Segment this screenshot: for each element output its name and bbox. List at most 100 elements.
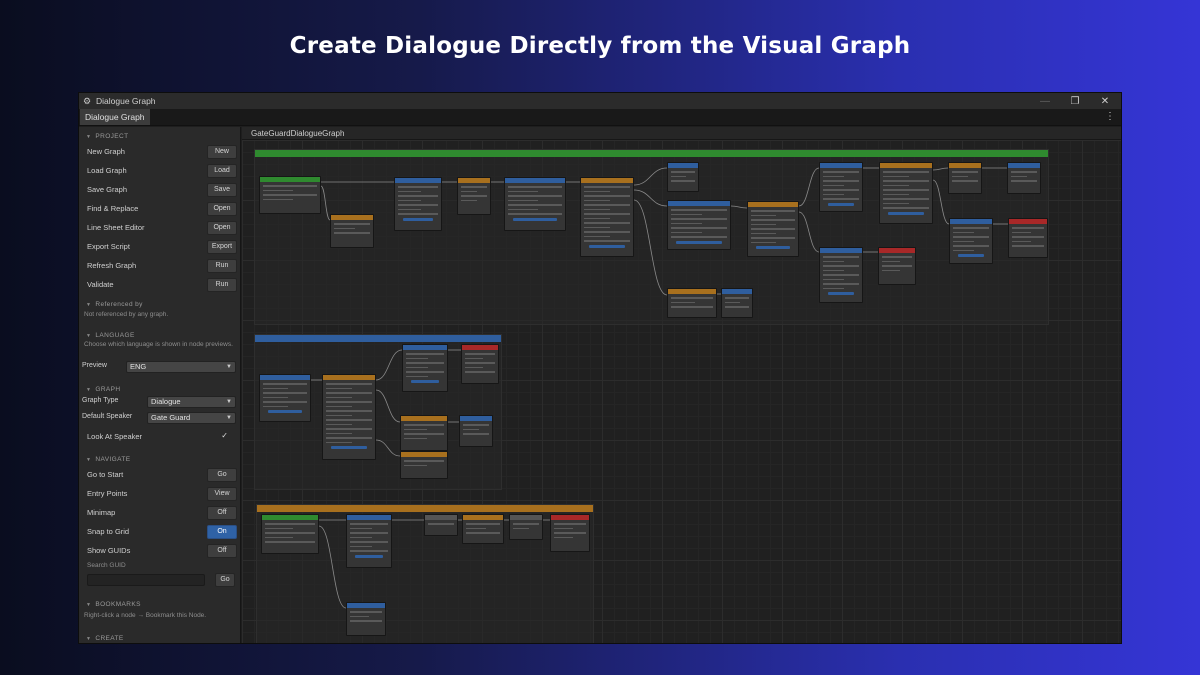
dialogue-node[interactable] — [1008, 218, 1048, 258]
node-add-button[interactable] — [331, 446, 367, 449]
node-header[interactable] — [260, 375, 310, 380]
node-add-button[interactable] — [589, 244, 625, 248]
navigate-row-button[interactable]: Off — [207, 544, 237, 558]
default-speaker-select[interactable]: Gate Guard ▼ — [147, 412, 236, 424]
node-header[interactable] — [668, 289, 716, 294]
node-header[interactable] — [510, 515, 542, 520]
navigate-row-button[interactable]: View — [207, 487, 237, 501]
node-add-button[interactable] — [513, 217, 557, 221]
dialogue-node[interactable] — [580, 177, 634, 257]
node-header[interactable] — [323, 375, 375, 380]
dialogue-node[interactable] — [504, 177, 566, 231]
close-icon[interactable]: ✕ — [1099, 96, 1111, 107]
node-header[interactable] — [748, 202, 798, 207]
window-titlebar[interactable]: ⚙ Dialogue Graph — ❐ ✕ — [79, 93, 1121, 109]
node-add-button[interactable] — [958, 254, 984, 257]
project-row-button[interactable]: New — [207, 145, 237, 159]
navigate-row-button[interactable]: On — [207, 525, 237, 539]
tab-dialogue-graph[interactable]: Dialogue Graph — [80, 109, 150, 125]
node-header[interactable] — [879, 248, 915, 253]
project-row-button[interactable]: Export — [207, 240, 237, 254]
dialogue-node[interactable] — [402, 344, 448, 392]
dialogue-node[interactable] — [949, 218, 993, 264]
dialogue-node[interactable] — [259, 374, 311, 422]
dialogue-node[interactable] — [400, 451, 448, 479]
node-header[interactable] — [458, 178, 490, 183]
more-options-icon[interactable]: ⋮ — [1105, 111, 1115, 122]
node-header[interactable] — [401, 452, 447, 457]
node-header[interactable] — [331, 215, 373, 220]
node-header[interactable] — [668, 163, 698, 168]
node-header[interactable] — [395, 178, 441, 183]
node-header[interactable] — [551, 515, 589, 520]
project-row-button[interactable]: Run — [207, 278, 237, 292]
restore-icon[interactable]: ❐ — [1069, 96, 1081, 107]
dialogue-node[interactable] — [721, 288, 753, 318]
node-header[interactable] — [668, 201, 730, 206]
node-header[interactable] — [460, 416, 492, 421]
node-header[interactable] — [347, 603, 385, 608]
node-add-button[interactable] — [411, 380, 439, 383]
dialogue-node[interactable] — [667, 288, 717, 318]
dialogue-node[interactable] — [346, 602, 386, 636]
dialogue-node[interactable] — [747, 201, 799, 257]
project-row-button[interactable]: Load — [207, 164, 237, 178]
dialogue-node[interactable] — [424, 514, 458, 536]
search-guid-go-button[interactable]: Go — [215, 573, 235, 587]
dialogue-node[interactable] — [462, 514, 504, 544]
node-header[interactable] — [403, 345, 447, 350]
node-header[interactable] — [820, 163, 862, 168]
section-create-header[interactable]: ▼ CREATE — [79, 633, 124, 643]
look-at-speaker-checkbox[interactable]: ✓ — [221, 431, 228, 440]
navigate-row-button[interactable]: Off — [207, 506, 237, 520]
node-header[interactable] — [505, 178, 565, 183]
node-header[interactable] — [262, 515, 318, 520]
section-bookmarks-header[interactable]: ▼ BOOKMARKS — [79, 599, 141, 610]
node-add-button[interactable] — [355, 554, 383, 558]
dialogue-node[interactable] — [394, 177, 442, 231]
project-row-button[interactable]: Open — [207, 221, 237, 235]
dialogue-node[interactable] — [322, 374, 376, 460]
project-row-button[interactable]: Run — [207, 259, 237, 273]
dialogue-node[interactable] — [400, 415, 448, 451]
section-graph-header[interactable]: ▼ GRAPH — [79, 384, 120, 395]
node-header[interactable] — [722, 289, 752, 294]
node-header[interactable] — [463, 515, 503, 520]
node-header[interactable] — [820, 248, 862, 253]
graph-type-select[interactable]: Dialogue ▼ — [147, 396, 236, 408]
node-add-button[interactable] — [676, 240, 722, 244]
node-header[interactable] — [1008, 163, 1040, 168]
dialogue-node[interactable] — [459, 415, 493, 447]
section-project-header[interactable]: ▼ PROJECT — [79, 131, 129, 142]
node-header[interactable] — [581, 178, 633, 183]
node-add-button[interactable] — [828, 292, 854, 295]
referenced-by-header[interactable]: ▼ Referenced by — [79, 299, 143, 310]
dialogue-node[interactable] — [878, 247, 916, 285]
dialogue-node[interactable] — [461, 344, 499, 384]
dialogue-node[interactable] — [667, 162, 699, 192]
dialogue-node[interactable] — [261, 514, 319, 554]
dialogue-node[interactable] — [819, 162, 863, 212]
node-add-button[interactable] — [268, 410, 302, 413]
navigate-row-button[interactable]: Go — [207, 468, 237, 482]
dialogue-node[interactable] — [259, 176, 321, 214]
dialogue-node[interactable] — [1007, 162, 1041, 194]
node-header[interactable] — [950, 219, 992, 224]
project-row-button[interactable]: Save — [207, 183, 237, 197]
node-header[interactable] — [401, 416, 447, 421]
node-header[interactable] — [260, 177, 320, 182]
section-language-header[interactable]: ▼ LANGUAGE — [79, 330, 135, 341]
dialogue-node[interactable] — [948, 162, 982, 194]
dialogue-node[interactable] — [879, 162, 933, 224]
node-header[interactable] — [462, 345, 498, 350]
dialogue-node[interactable] — [330, 214, 374, 248]
node-add-button[interactable] — [403, 217, 433, 221]
section-navigate-header[interactable]: ▼ NAVIGATE — [79, 454, 130, 465]
node-graph-canvas[interactable] — [242, 140, 1121, 643]
preview-language-select[interactable]: ENG ▼ — [126, 361, 236, 373]
minimize-icon[interactable]: — — [1039, 96, 1051, 107]
dialogue-node[interactable] — [550, 514, 590, 552]
node-header[interactable] — [880, 163, 932, 168]
dialogue-node[interactable] — [457, 177, 491, 215]
dialogue-node[interactable] — [346, 514, 392, 568]
